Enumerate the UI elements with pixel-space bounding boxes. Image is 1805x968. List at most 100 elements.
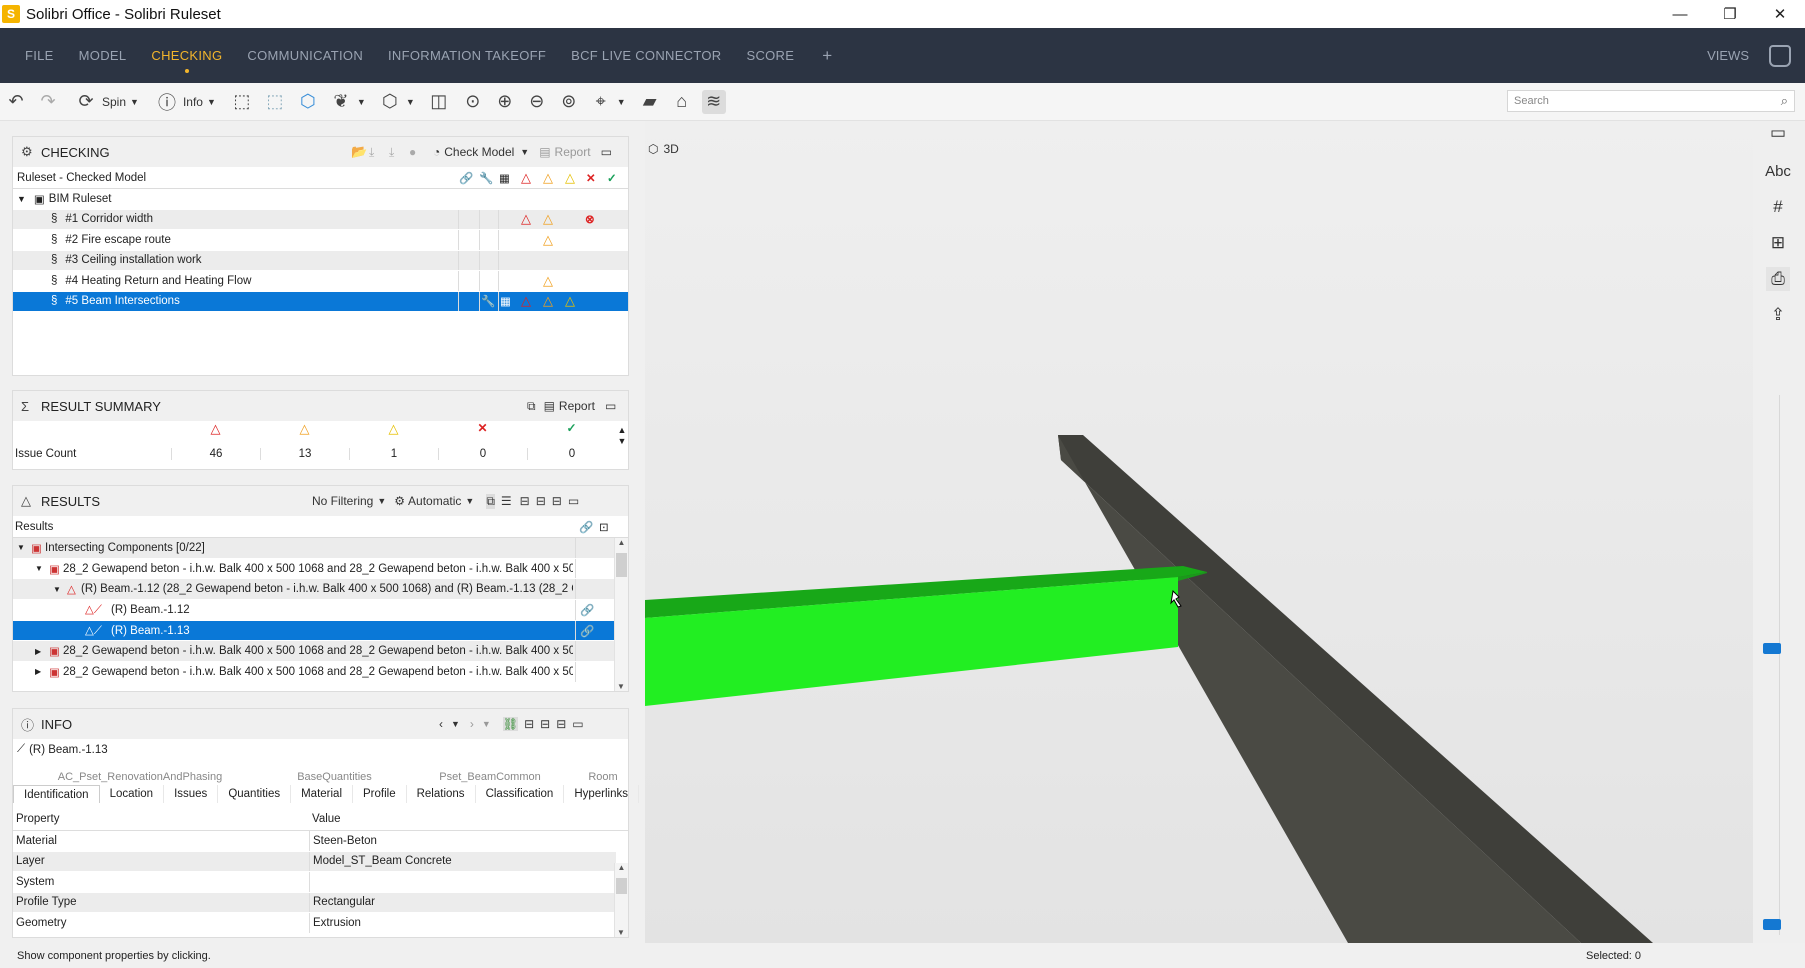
layers-icon[interactable]: ≋ <box>701 89 726 114</box>
expand-triangle-icon[interactable]: ▼ <box>35 564 43 573</box>
close-icon[interactable]: ✕ <box>1755 0 1805 28</box>
redo-icon[interactable]: ↷ <box>36 90 60 114</box>
expand-triangle-icon[interactable]: ▼ <box>17 194 26 204</box>
tab-location[interactable]: Location <box>100 785 165 803</box>
hide-icon[interactable]: ⬚ <box>263 90 287 114</box>
rule-row[interactable]: § #3 Ceiling installation work <box>13 250 628 271</box>
result-row[interactable]: ▼ ▣ 28_2 Gewapend beton - i.h.w. Balk 400 … <box>13 558 616 580</box>
maximize-panel-icon[interactable]: ▭ <box>605 399 616 413</box>
summary-scroll[interactable]: ▲ ▼ <box>616 425 628 447</box>
tab-issues[interactable]: Issues <box>164 785 219 803</box>
tab-ac-pset[interactable]: AC_Pset_RenovationAndPhasing <box>13 771 267 783</box>
status-icon[interactable]: ● <box>409 145 427 159</box>
result-row[interactable]: △⟋ (R) Beam.-1.13 🔗 <box>13 620 616 642</box>
rule-row[interactable]: § #5 Beam Intersections 🔧 ▦ △ △ △ <box>13 291 628 312</box>
download-icon[interactable]: ⤓ <box>389 145 409 160</box>
expand-triangle-icon[interactable]: ▶ <box>35 647 41 656</box>
expand-triangle-icon[interactable]: ▼ <box>17 543 25 552</box>
back-icon[interactable]: ‹ <box>439 717 443 731</box>
tab-pset-beam-common[interactable]: Pset_BeamCommon <box>402 771 578 783</box>
tab-quantities[interactable]: Quantities <box>218 785 292 803</box>
results-scrollbar[interactable]: ▲ ▼ <box>614 538 628 691</box>
maximize-panel-icon[interactable]: ▭ <box>572 717 583 731</box>
menu-checking[interactable]: CHECKING <box>151 28 222 83</box>
scroll-up-icon[interactable]: ▲ <box>615 863 628 872</box>
chevron-down-icon[interactable]: ▼ <box>617 97 626 107</box>
undo-icon[interactable]: ↶ <box>4 90 28 114</box>
forward-icon[interactable]: › <box>470 717 474 731</box>
text-annotation-icon[interactable]: Abc <box>1765 159 1791 183</box>
model-scene[interactable] <box>645 121 1753 943</box>
tab-hyperlinks[interactable]: Hyperlinks <box>564 785 639 803</box>
share-icon[interactable]: ⇪ <box>1766 303 1790 327</box>
tab-classification[interactable]: Classification <box>476 785 565 803</box>
scroll-down-icon[interactable]: ▼ <box>615 682 627 691</box>
floor-plan-icon[interactable]: ▰ <box>638 90 662 114</box>
tab-base-quantities[interactable]: BaseQuantities <box>267 771 402 783</box>
info-button[interactable]: ⓘ Info ▼ <box>155 88 216 116</box>
scroll-thumb[interactable] <box>616 553 627 577</box>
filter-dropdown[interactable]: No Filtering <box>312 494 373 508</box>
view-cube-icon[interactable]: ⬡ <box>378 90 402 114</box>
property-row[interactable]: Profile Type Rectangular <box>13 892 616 913</box>
minimize-icon[interactable]: — <box>1655 0 1705 28</box>
chevron-down-icon[interactable]: ▼ <box>482 719 491 729</box>
save-icon[interactable]: ⤓ <box>369 145 389 160</box>
menu-communication[interactable]: COMMUNICATION <box>247 28 363 83</box>
mode-dropdown[interactable]: Automatic <box>408 494 461 508</box>
slide-remove-icon[interactable]: ⊟ <box>556 717 566 731</box>
chevron-down-icon[interactable]: ▼ <box>465 496 474 506</box>
upper-slider-handle[interactable] <box>1763 643 1781 654</box>
tab-material[interactable]: Material <box>291 785 353 803</box>
attachment-icon[interactable]: 🔗 <box>580 603 594 617</box>
3d-viewport[interactable]: ⬡ 3D <box>645 121 1753 943</box>
slide-remove-icon[interactable]: ⊟ <box>552 494 562 508</box>
add-tab-button[interactable]: + <box>822 46 832 66</box>
property-row[interactable]: Layer Model_ST_Beam Concrete <box>13 851 616 872</box>
rule-row[interactable]: § #1 Corridor width △ △ ⊗ <box>13 209 628 230</box>
tab-profile[interactable]: Profile <box>353 785 407 803</box>
restore-icon[interactable]: ❐ <box>1705 0 1755 28</box>
property-row[interactable]: Material Steen-Beton <box>13 831 616 852</box>
grid-icon[interactable]: # <box>1766 195 1790 219</box>
menu-model[interactable]: MODEL <box>79 28 127 83</box>
zoom-in-icon[interactable]: ⊕ <box>493 90 517 114</box>
maximize-panel-icon[interactable]: ▭ <box>601 145 612 159</box>
open-folder-icon[interactable]: 📂 <box>351 144 369 160</box>
slide-icon[interactable]: ⊟ <box>520 494 530 508</box>
expand-triangle-icon[interactable]: ▶ <box>35 667 41 676</box>
scroll-up-icon[interactable]: ▲ <box>615 538 628 547</box>
rule-row[interactable]: § #4 Heating Return and Heating Flow △ <box>13 271 628 292</box>
zoom-window-icon[interactable]: ⊚ <box>557 90 581 114</box>
views-icon[interactable] <box>1769 45 1791 67</box>
expand-triangle-icon[interactable]: ▼ <box>53 585 61 594</box>
tree-view-icon[interactable]: ⧉ <box>486 493 495 509</box>
menu-score[interactable]: SCORE <box>746 28 794 83</box>
chevron-down-icon[interactable]: ▼ <box>357 97 366 107</box>
result-row[interactable]: △⟋ (R) Beam.-1.12 🔗 <box>13 600 616 621</box>
menu-information-takeoff[interactable]: INFORMATION TAKEOFF <box>388 28 546 83</box>
isolate-icon[interactable]: ⬡ <box>296 90 320 114</box>
list-view-icon[interactable]: ☰ <box>501 494 512 508</box>
tab-identification[interactable]: Identification <box>13 785 100 803</box>
zoom-out-icon[interactable]: ⊖ <box>525 90 549 114</box>
property-row[interactable]: System <box>13 872 616 893</box>
section-icon[interactable]: ◫ <box>427 90 451 114</box>
tab-relations[interactable]: Relations <box>407 785 476 803</box>
menu-bcf-live-connector[interactable]: BCF LIVE CONNECTOR <box>571 28 721 83</box>
ruleset-row[interactable]: ▼ ▣ BIM Ruleset <box>13 189 628 210</box>
result-row[interactable]: ▼ △ (R) Beam.-1.12 (28_2 Gewapend beton - … <box>13 579 616 601</box>
chevron-down-icon[interactable]: ▼ <box>520 147 529 157</box>
compare-icon[interactable]: ⊞ <box>1766 231 1790 255</box>
link-icon[interactable]: ⛓ <box>502 717 519 731</box>
check-model-button[interactable]: Check Model <box>444 145 514 159</box>
pdf-icon[interactable]: ⎙ <box>1766 267 1790 291</box>
report-button[interactable]: Report <box>555 145 591 159</box>
property-row[interactable]: Geometry Extrusion <box>13 913 616 934</box>
slide-add-icon[interactable]: ⊟ <box>536 494 546 508</box>
search-input[interactable]: Search ⌕ <box>1507 90 1795 112</box>
menu-file[interactable]: FILE <box>25 28 54 83</box>
scroll-down-icon[interactable]: ▼ <box>615 928 627 937</box>
result-row[interactable]: ▼ ▣ Intersecting Components [0/22] <box>13 538 616 559</box>
show-all-icon[interactable]: ⬚ <box>230 90 254 114</box>
